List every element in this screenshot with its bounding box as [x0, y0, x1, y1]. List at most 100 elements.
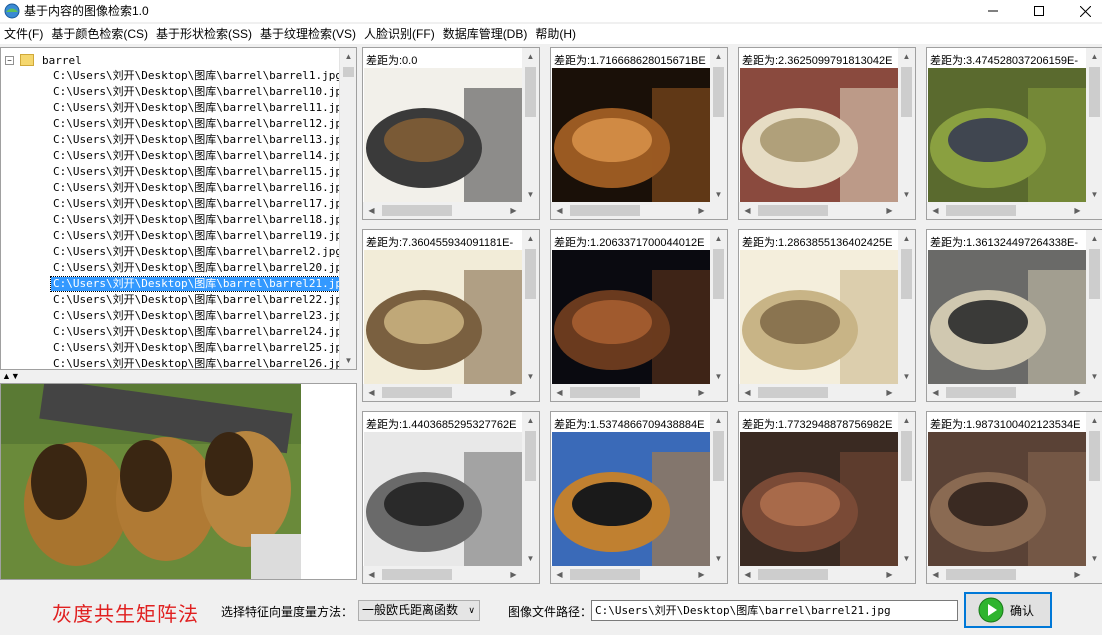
scroll-down-icon[interactable]: ▼ — [1086, 186, 1102, 203]
scroll-up-icon[interactable]: ▲ — [898, 48, 915, 65]
scroll-thumb[interactable] — [946, 205, 1016, 216]
scroll-up-icon[interactable]: ▲ — [1086, 48, 1102, 65]
result-cell[interactable]: 差距为:1.716668628015671BE ▲ ▼ ◀ ▶ — [550, 47, 728, 220]
scroll-right-icon[interactable]: ▶ — [505, 384, 522, 401]
scroll-left-icon[interactable]: ◀ — [739, 566, 756, 583]
scroll-thumb[interactable] — [382, 569, 452, 580]
scroll-left-icon[interactable]: ◀ — [363, 202, 380, 219]
scroll-left-icon[interactable]: ◀ — [363, 566, 380, 583]
scroll-thumb[interactable] — [758, 387, 828, 398]
result-hscrollbar[interactable]: ◀ ▶ — [739, 202, 915, 219]
result-vscrollbar[interactable]: ▲ ▼ — [898, 230, 915, 385]
result-vscrollbar[interactable]: ▲ ▼ — [898, 48, 915, 203]
scroll-right-icon[interactable]: ▶ — [881, 384, 898, 401]
splitter-arrows-icon[interactable]: ▲▼ — [2, 371, 20, 381]
scroll-down-icon[interactable]: ▼ — [522, 550, 539, 567]
tree-item[interactable]: C:\Users\刘开\Desktop\图库\barrel\barrel18.j… — [41, 212, 349, 228]
tree-item[interactable]: C:\Users\刘开\Desktop\图库\barrel\barrel12.j… — [41, 116, 349, 132]
scroll-thumb[interactable] — [901, 249, 912, 299]
scroll-thumb[interactable] — [901, 67, 912, 117]
menu-shape-search[interactable]: 基于形状检索(SS) — [152, 24, 256, 44]
scroll-down-icon[interactable]: ▼ — [710, 368, 727, 385]
result-hscrollbar[interactable]: ◀ ▶ — [927, 202, 1102, 219]
result-hscrollbar[interactable]: ◀ ▶ — [363, 384, 539, 401]
tree-item[interactable]: C:\Users\刘开\Desktop\图库\barrel\barrel11.j… — [41, 100, 349, 116]
scroll-left-icon[interactable]: ◀ — [739, 384, 756, 401]
scroll-left-icon[interactable]: ◀ — [551, 566, 568, 583]
result-cell[interactable]: 差距为:1.2863855136402425E ▲ ▼ ◀ ▶ — [738, 229, 916, 402]
minimize-button[interactable] — [970, 0, 1016, 22]
tree-item[interactable]: C:\Users\刘开\Desktop\图库\barrel\barrel16.j… — [41, 180, 349, 196]
scroll-up-icon[interactable]: ▲ — [522, 230, 539, 247]
scroll-thumb[interactable] — [1089, 249, 1100, 299]
scroll-right-icon[interactable]: ▶ — [1069, 202, 1086, 219]
metric-select[interactable]: 一般欧氏距离函数 ∨ — [358, 600, 480, 621]
scroll-thumb[interactable] — [713, 249, 724, 299]
result-vscrollbar[interactable]: ▲ ▼ — [1086, 48, 1102, 203]
scroll-down-icon[interactable]: ▼ — [340, 352, 356, 369]
scroll-thumb[interactable] — [713, 431, 724, 481]
tree-item[interactable]: C:\Users\刘开\Desktop\图库\barrel\barrel17.j… — [41, 196, 349, 212]
maximize-button[interactable] — [1016, 0, 1062, 22]
scroll-thumb[interactable] — [758, 569, 828, 580]
tree-item[interactable]: C:\Users\刘开\Desktop\图库\barrel\barrel10.j… — [41, 84, 349, 100]
scroll-thumb[interactable] — [525, 249, 536, 299]
tree-item[interactable]: C:\Users\刘开\Desktop\图库\barrel\barrel25.j… — [41, 340, 349, 356]
result-hscrollbar[interactable]: ◀ ▶ — [927, 566, 1102, 583]
scroll-left-icon[interactable]: ◀ — [927, 384, 944, 401]
tree-scrollbar[interactable]: ▲ ▼ — [339, 48, 356, 369]
scroll-thumb[interactable] — [713, 67, 724, 117]
scroll-right-icon[interactable]: ▶ — [505, 566, 522, 583]
scroll-up-icon[interactable]: ▲ — [710, 48, 727, 65]
tree-item[interactable]: C:\Users\刘开\Desktop\图库\barrel\barrel24.j… — [41, 324, 349, 340]
scroll-up-icon[interactable]: ▲ — [710, 412, 727, 429]
result-vscrollbar[interactable]: ▲ ▼ — [710, 48, 727, 203]
scroll-thumb[interactable] — [382, 387, 452, 398]
scroll-right-icon[interactable]: ▶ — [693, 384, 710, 401]
menu-file[interactable]: 文件(F) — [0, 24, 47, 44]
tree-item[interactable]: C:\Users\刘开\Desktop\图库\barrel\barrel23.j… — [41, 308, 349, 324]
menu-color-search[interactable]: 基于颜色检索(CS) — [47, 24, 152, 44]
scroll-up-icon[interactable]: ▲ — [1086, 412, 1102, 429]
scroll-up-icon[interactable]: ▲ — [898, 230, 915, 247]
scroll-thumb[interactable] — [525, 431, 536, 481]
result-vscrollbar[interactable]: ▲ ▼ — [710, 230, 727, 385]
scroll-down-icon[interactable]: ▼ — [522, 186, 539, 203]
scroll-up-icon[interactable]: ▲ — [522, 48, 539, 65]
scroll-down-icon[interactable]: ▼ — [1086, 368, 1102, 385]
file-tree[interactable]: − barrel C:\Users\刘开\Desktop\图库\barrel\b… — [0, 47, 357, 370]
tree-item[interactable]: C:\Users\刘开\Desktop\图库\barrel\barrel19.j… — [41, 228, 349, 244]
result-hscrollbar[interactable]: ◀ ▶ — [739, 384, 915, 401]
tree-item[interactable]: C:\Users\刘开\Desktop\图库\barrel\barrel14.j… — [41, 148, 349, 164]
result-hscrollbar[interactable]: ◀ ▶ — [739, 566, 915, 583]
result-vscrollbar[interactable]: ▲ ▼ — [1086, 412, 1102, 567]
scroll-thumb[interactable] — [525, 67, 536, 117]
scroll-up-icon[interactable]: ▲ — [522, 412, 539, 429]
scroll-down-icon[interactable]: ▼ — [898, 550, 915, 567]
scroll-thumb[interactable] — [1089, 67, 1100, 117]
scroll-thumb[interactable] — [946, 387, 1016, 398]
result-hscrollbar[interactable]: ◀ ▶ — [551, 566, 727, 583]
result-cell[interactable]: 差距为:1.9873100402123534E ▲ ▼ ◀ ▶ — [926, 411, 1102, 584]
confirm-button[interactable]: 确认 — [964, 592, 1052, 628]
tree-item[interactable]: C:\Users\刘开\Desktop\图库\barrel\barrel13.j… — [41, 132, 349, 148]
scroll-thumb[interactable] — [901, 431, 912, 481]
tree-root[interactable]: − barrel — [5, 52, 82, 68]
collapse-icon[interactable]: − — [5, 55, 14, 65]
result-cell[interactable]: 差距为:1.5374866709438884E ▲ ▼ ◀ ▶ — [550, 411, 728, 584]
result-vscrollbar[interactable]: ▲ ▼ — [522, 230, 539, 385]
scroll-down-icon[interactable]: ▼ — [710, 550, 727, 567]
scroll-up-icon[interactable]: ▲ — [898, 412, 915, 429]
scroll-right-icon[interactable]: ▶ — [1069, 384, 1086, 401]
scroll-down-icon[interactable]: ▼ — [522, 368, 539, 385]
scroll-left-icon[interactable]: ◀ — [363, 384, 380, 401]
scroll-left-icon[interactable]: ◀ — [551, 384, 568, 401]
scroll-left-icon[interactable]: ◀ — [927, 566, 944, 583]
result-cell[interactable]: 差距为:0.0 ▲ ▼ ◀ ▶ — [362, 47, 540, 220]
scroll-thumb[interactable] — [570, 569, 640, 580]
close-button[interactable] — [1062, 0, 1102, 22]
scroll-down-icon[interactable]: ▼ — [898, 186, 915, 203]
scroll-right-icon[interactable]: ▶ — [881, 566, 898, 583]
menu-help[interactable]: 帮助(H) — [531, 24, 580, 44]
result-cell[interactable]: 差距为:1.4403685295327762E ▲ ▼ ◀ ▶ — [362, 411, 540, 584]
